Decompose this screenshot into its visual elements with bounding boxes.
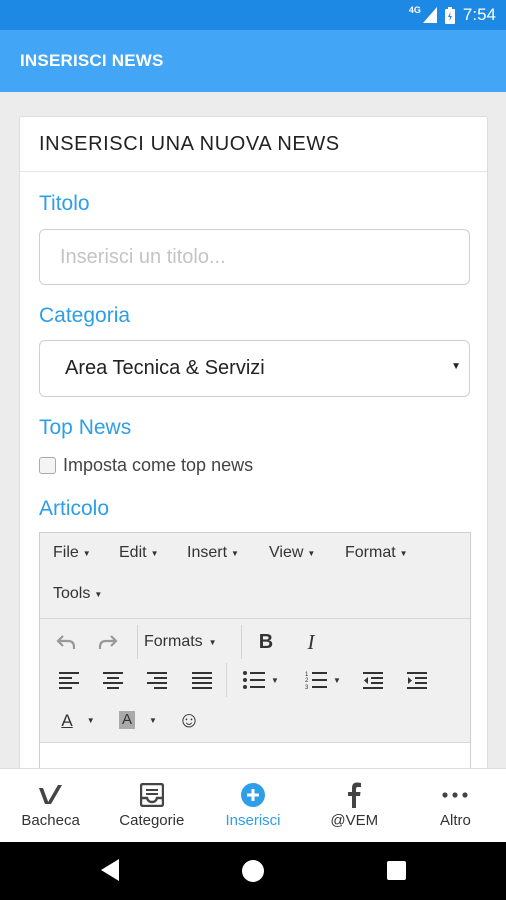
nav-inserisci-label: Inserisci xyxy=(225,812,281,829)
page-title: INSERISCI NEWS xyxy=(20,51,164,70)
more-icon xyxy=(442,782,469,808)
menu-view[interactable]: View ▼ xyxy=(269,544,315,562)
caret-down-icon: ▼ xyxy=(231,548,239,558)
undo-icon[interactable] xyxy=(50,627,82,657)
menu-view-label: View xyxy=(269,544,304,561)
indent-icon[interactable] xyxy=(402,665,432,695)
recent-apps-icon[interactable] xyxy=(387,861,406,880)
caret-down-icon: ▼ xyxy=(82,548,91,558)
category-selected-value: Area Tecnica & Servizi xyxy=(65,357,265,379)
top-news-checkbox-label: Imposta come top news xyxy=(63,455,254,475)
toolbar-divider xyxy=(241,625,242,659)
bullet-list-icon[interactable]: ▼ xyxy=(236,665,286,695)
menu-edit-label: Edit xyxy=(119,544,147,561)
outdent-icon[interactable] xyxy=(358,665,388,695)
nav-vem[interactable]: @VEM xyxy=(304,769,405,842)
top-news-checkbox[interactable] xyxy=(39,457,56,474)
emoticon-icon[interactable]: ☺ xyxy=(174,705,204,735)
editor-toolbar: Formats ▼ B I ▼ 1 2 3 ▼ A ▼ A ▼ ☺ xyxy=(40,619,470,743)
caret-down-icon: ▼ xyxy=(399,548,408,558)
facebook-icon xyxy=(347,782,362,808)
menu-insert-label: Insert xyxy=(187,544,228,561)
dropdown-arrow-icon: ▼ xyxy=(451,361,461,372)
top-news-label: Top News xyxy=(39,416,132,439)
title-input[interactable] xyxy=(39,229,470,285)
nav-inserisci[interactable]: Inserisci xyxy=(202,769,303,842)
caret-down-icon: ▼ xyxy=(149,715,157,725)
numbered-list-icon[interactable]: 123 ▼ xyxy=(298,665,348,695)
align-center-icon[interactable] xyxy=(98,665,128,695)
toolbar-divider xyxy=(137,625,138,659)
redo-icon[interactable] xyxy=(92,627,124,657)
background-color-button[interactable]: A ▼ xyxy=(112,705,164,735)
menu-file[interactable]: File ▼ xyxy=(53,544,91,562)
clock: 7:54 xyxy=(462,5,496,24)
background-color-glyph: A xyxy=(119,711,136,729)
caret-down-icon: ▼ xyxy=(333,675,341,685)
bold-button[interactable]: B xyxy=(250,627,282,657)
nav-vem-label: @VEM xyxy=(330,812,379,829)
caret-down-icon: ▼ xyxy=(150,548,159,558)
category-select[interactable]: Area Tecnica & Servizi ▼ xyxy=(39,340,470,397)
network-type: 4G xyxy=(408,5,421,15)
menu-edit[interactable]: Edit ▼ xyxy=(119,544,159,562)
status-bar: 4G 7:54 xyxy=(0,0,506,30)
article-label: Articolo xyxy=(39,497,110,520)
nav-altro[interactable]: Altro xyxy=(405,769,506,842)
menu-format-label: Format xyxy=(345,544,396,561)
nav-categorie[interactable]: Categorie xyxy=(101,769,202,842)
text-color-icon: A xyxy=(61,712,72,729)
top-news-option[interactable]: Imposta come top news xyxy=(39,455,253,476)
nav-categorie-label: Categorie xyxy=(119,812,185,829)
caret-down-icon: ▼ xyxy=(94,589,103,599)
nav-altro-label: Altro xyxy=(439,812,471,829)
caret-down-icon: ▼ xyxy=(86,715,95,725)
home-icon[interactable] xyxy=(242,860,264,882)
menu-tools-label: Tools xyxy=(53,585,91,602)
news-form-card: INSERISCI UNA NUOVA NEWS Titolo Categori… xyxy=(19,116,488,768)
svg-text:3: 3 xyxy=(305,685,309,689)
toolbar-divider xyxy=(226,663,227,697)
bottom-navigation: Bacheca Categorie Inserisci @VEM Altro xyxy=(0,768,506,842)
back-icon[interactable] xyxy=(101,859,119,881)
nav-bacheca[interactable]: Bacheca xyxy=(0,769,101,842)
caret-down-icon: ▼ xyxy=(208,637,217,647)
inbox-icon xyxy=(139,782,164,808)
battery-icon xyxy=(444,6,455,24)
system-navigation-bar xyxy=(0,842,506,900)
menu-file-label: File xyxy=(53,544,79,561)
form-header: INSERISCI UNA NUOVA NEWS xyxy=(20,117,487,172)
formats-label: Formats xyxy=(144,633,203,650)
signal-icon xyxy=(422,7,437,23)
caret-down-icon: ▼ xyxy=(307,548,316,558)
menu-format[interactable]: Format ▼ xyxy=(345,544,408,562)
svg-text:2: 2 xyxy=(305,678,309,684)
content-area[interactable]: INSERISCI UNA NUOVA NEWS Titolo Categori… xyxy=(0,92,506,768)
nav-bacheca-label: Bacheca xyxy=(21,812,80,829)
menu-insert[interactable]: Insert ▼ xyxy=(187,544,239,562)
text-color-glyph: A xyxy=(61,710,73,730)
caret-down-icon: ▼ xyxy=(271,675,279,685)
category-label: Categoria xyxy=(39,304,131,327)
check-icon xyxy=(38,782,64,808)
app-bar: INSERISCI NEWS xyxy=(0,30,506,92)
italic-button[interactable]: I xyxy=(295,627,327,657)
add-circle-icon xyxy=(240,782,266,808)
menu-tools[interactable]: Tools ▼ xyxy=(53,585,102,603)
align-justify-icon[interactable] xyxy=(187,665,217,695)
formats-dropdown[interactable]: Formats ▼ xyxy=(144,627,217,657)
editor-menubar: File ▼ Edit ▼ Insert ▼ View ▼ Format ▼ Tools ▼ xyxy=(40,533,470,619)
align-right-icon[interactable] xyxy=(142,665,172,695)
text-color-button[interactable]: A ▼ xyxy=(52,705,104,735)
title-label: Titolo xyxy=(39,192,90,215)
rich-text-editor: File ▼ Edit ▼ Insert ▼ View ▼ Format ▼ Tools ▼… xyxy=(39,532,471,768)
align-left-icon[interactable] xyxy=(54,665,84,695)
